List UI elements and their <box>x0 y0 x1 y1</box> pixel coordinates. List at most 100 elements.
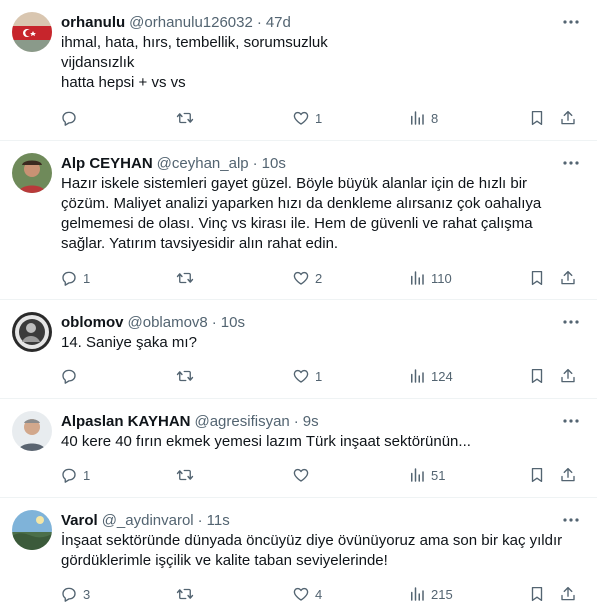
reply-button[interactable]: 1 <box>60 268 90 288</box>
like-count: 1 <box>315 368 323 384</box>
reply-count: 1 <box>83 270 91 286</box>
retweet-button[interactable] <box>176 268 199 288</box>
avatar[interactable] <box>12 12 52 52</box>
views-button[interactable]: 215 <box>408 584 453 604</box>
tweet-varol[interactable]: Varol @_aydinvarol · 11s İnşaat sektörün… <box>0 498 597 611</box>
like-button[interactable]: 1 <box>292 108 322 128</box>
timestamp[interactable]: 10s <box>221 314 245 331</box>
reply-bubble-icon <box>62 271 76 286</box>
heart-icon <box>293 369 309 383</box>
action-bar: 1 2 110 <box>52 268 579 288</box>
share-button[interactable] <box>559 465 577 485</box>
bookmark-button[interactable] <box>528 268 546 288</box>
tweet-alp-ceyhan[interactable]: Alp CEYHAN @ceyhan_alp · 10s Hazır iskel… <box>0 141 597 300</box>
more-dots-icon[interactable] <box>561 12 581 32</box>
tweet-text-line: 14. Saniye şaka mı? <box>61 334 197 351</box>
bookmark-button[interactable] <box>528 584 546 604</box>
like-button[interactable] <box>292 465 315 485</box>
reply-feed: orhanulu @orhanulu126032 · 47d ihmal, ha… <box>0 0 597 611</box>
reply-button[interactable]: 1 <box>60 465 90 485</box>
like-button[interactable]: 2 <box>292 268 322 288</box>
share-button[interactable] <box>559 268 577 288</box>
view-count: 215 <box>431 586 453 602</box>
tweet-orhanulu[interactable]: orhanulu @orhanulu126032 · 47d ihmal, ha… <box>0 0 597 141</box>
tweet-oblomov[interactable]: oblomov @oblamov8 · 10s 14. Saniye şaka … <box>0 300 597 399</box>
views-button[interactable]: 8 <box>408 108 438 128</box>
author-handle[interactable]: @orhanulu126032 <box>129 14 253 31</box>
views-bars-icon <box>411 369 424 383</box>
share-button[interactable] <box>559 108 577 128</box>
separator-dot: · <box>197 511 203 529</box>
retweet-icon <box>176 272 194 284</box>
more-dots-icon[interactable] <box>561 153 581 173</box>
retweet-button[interactable] <box>176 366 199 386</box>
author-handle[interactable]: @oblamov8 <box>128 314 208 331</box>
reply-button[interactable] <box>60 366 83 386</box>
views-button[interactable]: 51 <box>408 465 445 485</box>
more-dots-icon[interactable] <box>561 411 581 431</box>
bookmark-icon <box>531 586 543 602</box>
reply-bubble-icon <box>62 369 76 384</box>
timestamp[interactable]: 47d <box>266 14 291 31</box>
author-handle[interactable]: @_aydinvarol <box>102 512 194 529</box>
views-bars-icon <box>411 468 424 482</box>
share-icon <box>561 368 575 383</box>
avatar[interactable] <box>12 510 52 550</box>
retweet-button[interactable] <box>176 108 199 128</box>
author-name[interactable]: orhanulu <box>61 14 125 31</box>
timestamp[interactable]: 11s <box>207 512 230 529</box>
retweet-button[interactable] <box>176 584 199 604</box>
timestamp[interactable]: 9s <box>303 413 319 430</box>
retweet-icon <box>176 112 194 124</box>
heart-icon <box>293 111 309 125</box>
like-button[interactable]: 4 <box>292 584 322 604</box>
author-name[interactable]: Varol <box>61 512 98 529</box>
tweet-text-line: ihmal, hata, hırs, tembellik, sorumsuzlu… <box>61 34 328 51</box>
share-icon <box>561 467 575 482</box>
tweet-text-line: gelmemesi de olası. Vinç vs kirası ile. … <box>61 215 533 232</box>
like-count: 1 <box>315 110 323 126</box>
action-bar: 1 51 <box>52 465 579 485</box>
avatar[interactable] <box>12 153 52 193</box>
more-dots-icon[interactable] <box>561 510 581 530</box>
avatar[interactable] <box>12 312 52 352</box>
tweet-alpaslan-kayhan[interactable]: Alpaslan KAYHAN @agresifisyan · 9s 40 ke… <box>0 399 597 498</box>
tweet-header: Alp CEYHAN @ceyhan_alp · 10s <box>61 153 557 173</box>
author-handle[interactable]: @agresifisyan <box>194 413 289 430</box>
views-bars-icon <box>411 271 424 285</box>
author-handle[interactable]: @ceyhan_alp <box>157 155 249 172</box>
tweet-text: Hazır iskele sistemleri gayet güzel. Böy… <box>61 174 567 254</box>
views-button[interactable]: 110 <box>408 268 452 288</box>
action-bar: 3 4 215 <box>52 584 579 604</box>
share-button[interactable] <box>559 366 577 386</box>
timestamp[interactable]: 10s <box>262 155 286 172</box>
bookmark-button[interactable] <box>528 108 546 128</box>
tweet-text: 40 kere 40 fırın ekmek yemesi lazım Türk… <box>61 432 567 452</box>
share-button[interactable] <box>559 584 577 604</box>
separator-dot: · <box>252 154 258 172</box>
separator-dot: · <box>293 412 299 430</box>
tweet-header: Varol @_aydinvarol · 11s <box>61 510 557 530</box>
views-button[interactable]: 124 <box>408 366 453 386</box>
tweet-text: ihmal, hata, hırs, tembellik, sorumsuzlu… <box>61 33 567 93</box>
retweet-button[interactable] <box>176 465 199 485</box>
more-dots-icon[interactable] <box>561 312 581 332</box>
reply-button[interactable] <box>60 108 83 128</box>
tweet-text-line: İnşaat sektöründe dünyada öncüyüz diye ö… <box>61 532 563 549</box>
tweet-text-line: çözüm. Maliyet analizi yaparken hızı da … <box>61 195 542 212</box>
tweet-header: orhanulu @orhanulu126032 · 47d <box>61 12 557 32</box>
bookmark-button[interactable] <box>528 366 546 386</box>
author-name[interactable]: oblomov <box>61 314 124 331</box>
avatar[interactable] <box>12 411 52 451</box>
action-bar: 1 8 <box>52 108 579 128</box>
author-name[interactable]: Alp CEYHAN <box>61 155 153 172</box>
reply-button[interactable]: 3 <box>60 584 90 604</box>
like-button[interactable]: 1 <box>292 366 322 386</box>
author-name[interactable]: Alpaslan KAYHAN <box>61 413 190 430</box>
tweet-text-line: Hazır iskele sistemleri gayet güzel. Böy… <box>61 175 528 192</box>
heart-icon <box>293 587 309 601</box>
view-count: 51 <box>431 467 446 483</box>
reply-count: 1 <box>83 467 91 483</box>
bookmark-button[interactable] <box>528 465 546 485</box>
share-icon <box>561 586 575 601</box>
